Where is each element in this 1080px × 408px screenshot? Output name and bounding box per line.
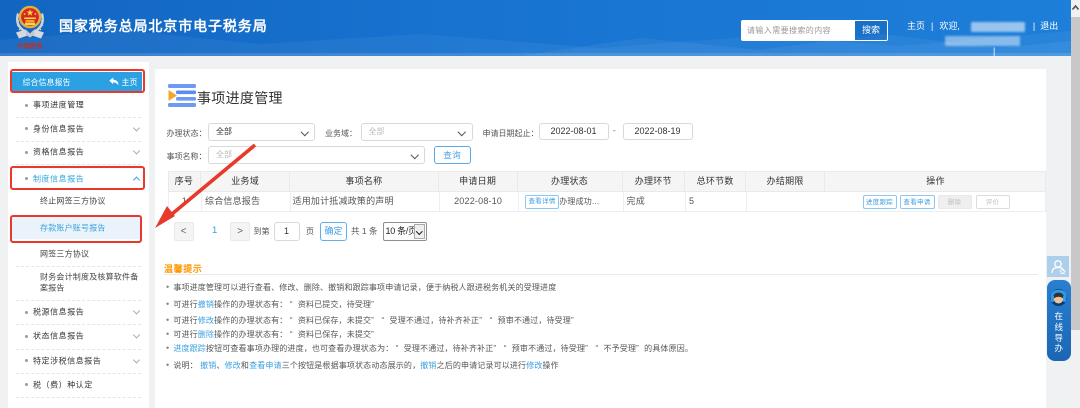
svg-text:中国税务: 中国税务 bbox=[17, 41, 44, 49]
